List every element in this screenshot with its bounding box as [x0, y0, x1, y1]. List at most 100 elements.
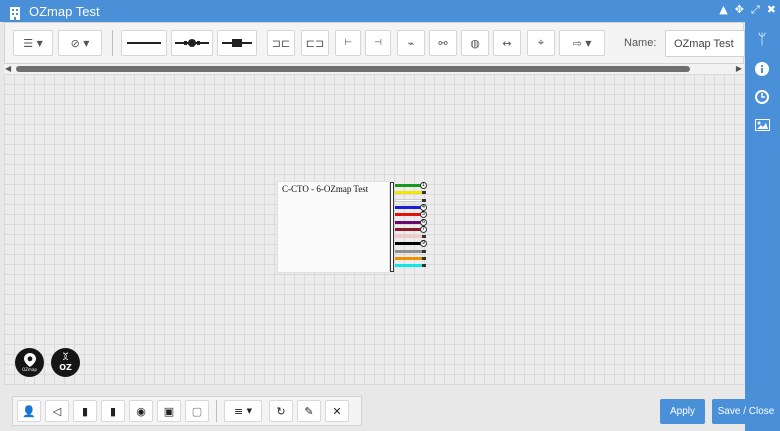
user-plus-icon: 👤 [22, 404, 36, 418]
window-title: OZmap Test [29, 3, 100, 19]
fiber-port-square[interactable] [422, 191, 426, 195]
bottom-toolbar: 👤 ◁ ▮ ▮ ◉ ▣ ▢ ≡ ▼ ↻ ✎ ✕ [12, 396, 362, 426]
split-right-button[interactable]: ⊢ [335, 30, 361, 56]
align-icon: ≡ [233, 404, 244, 418]
save-close-button[interactable]: Save / Close [712, 399, 780, 424]
splitter-icon: ⊐⊏ [271, 36, 291, 50]
fiber-port-circle[interactable]: 4 [420, 203, 427, 211]
cto-box[interactable]: C-CTO - 6-OZmap Test [277, 181, 390, 273]
note-icon: ▢ [191, 404, 203, 418]
fiber-line[interactable] [395, 242, 422, 246]
resize-horizontal-button[interactable]: ↔ [493, 30, 521, 56]
caret-down-icon: ▼ [36, 38, 43, 48]
fiber-line[interactable] [395, 220, 422, 224]
fiber-line[interactable] [395, 205, 422, 209]
clock-icon [755, 90, 769, 104]
split-left-icon: ⊣ [374, 38, 382, 48]
history-button[interactable] [751, 86, 773, 108]
rack-2-button[interactable]: ▮ [101, 400, 125, 422]
caret-down-icon: ▼ [246, 407, 253, 415]
unlink-button[interactable]: ⌁ [397, 30, 425, 56]
fiber-port-square[interactable] [422, 235, 426, 239]
scroll-left-icon[interactable]: ◀ [5, 64, 11, 73]
ozmap-logo[interactable]: OZmap [15, 348, 44, 377]
line-button[interactable] [121, 30, 167, 56]
fiber-port-circle[interactable]: 7 [420, 225, 427, 233]
plug-icon: ⊏⊐ [305, 36, 325, 50]
refresh-button[interactable]: ↻ [269, 400, 293, 422]
paint-button[interactable]: ✎ [297, 400, 321, 422]
fiber-port-circle[interactable]: 9 [420, 240, 427, 248]
oz-logo[interactable]: ꘉ OZ [51, 348, 80, 377]
fiber-line[interactable] [395, 184, 422, 187]
ban-icon: ⊘ [70, 36, 80, 50]
image-button[interactable] [751, 114, 773, 136]
paintbrush-icon: ✎ [304, 404, 314, 418]
connector-button[interactable] [217, 30, 257, 56]
collapse-icon[interactable]: ▲ [719, 3, 727, 17]
fiber-line[interactable] [395, 213, 422, 217]
name-input[interactable]: OZmap Test [665, 30, 745, 57]
block-dropdown-button[interactable]: ⊘ ▼ [58, 30, 102, 56]
fiber-port-circle[interactable]: 5 [420, 211, 427, 219]
maximize-icon[interactable]: ⤢ [751, 3, 760, 17]
connector-icon [222, 39, 252, 47]
link-add-button[interactable]: ⚯ [429, 30, 457, 56]
splitter-button[interactable]: ⊐⊏ [267, 30, 295, 56]
splitter-shape-button[interactable]: ◁ [45, 400, 69, 422]
fiber-line[interactable] [395, 198, 422, 202]
fiber-line[interactable] [395, 257, 422, 260]
antenna-icon: ꘉ [62, 352, 69, 363]
scrollbar-thumb[interactable] [16, 66, 690, 72]
fiber-line[interactable] [395, 249, 422, 253]
palette-button[interactable]: ◍ [461, 30, 489, 56]
plug-button[interactable]: ⊏⊐ [301, 30, 329, 56]
fiber-line[interactable] [395, 191, 422, 195]
oz-logo-text: OZ [59, 363, 72, 372]
add-user-button[interactable]: 👤 [17, 400, 41, 422]
fiber-port-square[interactable] [422, 264, 426, 268]
info-button[interactable] [751, 58, 773, 80]
fiber-port-circle[interactable]: 6 [420, 218, 427, 226]
rack-button[interactable]: ▮ [73, 400, 97, 422]
cto-title: C-CTO - 6-OZmap Test [282, 184, 369, 194]
fork-button[interactable]: ᛘ [751, 28, 773, 50]
list-icon: ☰ [23, 36, 34, 50]
list-dropdown-button[interactable]: ☰ ▼ [13, 30, 53, 56]
center-button[interactable]: ⌖ [527, 30, 555, 56]
rack-icon: ▮ [81, 404, 89, 418]
horizontal-scrollbar[interactable]: ◀ ▶ [4, 64, 744, 74]
crosshair-icon: ⌖ [537, 36, 545, 49]
close-window-icon[interactable]: ✖ [767, 3, 776, 17]
fiber-line[interactable] [395, 235, 422, 239]
device-button[interactable]: ▣ [157, 400, 181, 422]
fiber-port-square[interactable] [422, 257, 426, 260]
note-button[interactable]: ▢ [185, 400, 209, 422]
apply-button[interactable]: Apply [660, 399, 705, 424]
diagram-canvas[interactable]: C-CTO - 6-OZmap Test 1 4567 9 OZmap ꘉ OZ [4, 74, 744, 385]
code-fork-icon: ᛘ [757, 30, 767, 48]
fiber-port-square[interactable] [422, 249, 426, 253]
align-dropdown-button[interactable]: ≡ ▼ [224, 400, 262, 422]
split-left-button[interactable]: ⊣ [365, 30, 391, 56]
delete-button[interactable]: ✕ [325, 400, 349, 422]
eye-button[interactable]: ◉ [129, 400, 153, 422]
scroll-right-icon[interactable]: ▶ [736, 64, 742, 73]
export-icon: ⇨ [572, 36, 582, 50]
rack-2-icon: ▮ [109, 404, 117, 418]
fiber-port-circle[interactable]: 1 [420, 182, 427, 189]
splice-icon [175, 39, 209, 47]
fiber-line[interactable] [395, 227, 422, 231]
close-icon: ✕ [332, 404, 342, 418]
name-label: Name: [624, 37, 657, 49]
triangle-left-icon: ◁ [52, 404, 62, 418]
cto-port-bar [390, 182, 394, 272]
fiber-line[interactable] [395, 264, 422, 268]
fiber-port-square[interactable] [422, 198, 426, 202]
export-dropdown-button[interactable]: ⇨ ▼ [559, 30, 605, 56]
move-icon[interactable]: ✥ [735, 3, 744, 17]
window-titlebar: OZmap Test ▲ ✥ ⤢ ✖ [0, 0, 780, 22]
splice-button[interactable] [171, 30, 213, 56]
cto-node[interactable]: C-CTO - 6-OZmap Test 1 4567 9 [277, 181, 429, 273]
device-icon: ▣ [163, 404, 175, 418]
